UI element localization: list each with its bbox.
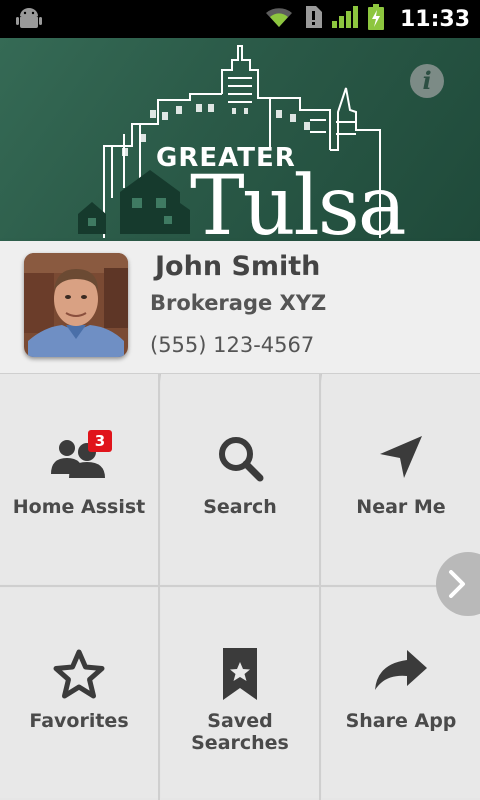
agent-avatar — [24, 253, 128, 357]
saved-searches-label: Saved Searches — [191, 710, 289, 754]
grid-divider — [0, 585, 480, 587]
clock-time: 11:33 — [399, 6, 470, 32]
battery-charging-icon — [367, 4, 384, 34]
home-assist-tile[interactable]: 3 Home Assist — [0, 374, 158, 584]
search-icon — [216, 434, 264, 486]
share-app-label: Share App — [345, 710, 457, 732]
star-icon — [52, 648, 106, 704]
near-me-label: Near Me — [356, 496, 446, 518]
info-button[interactable]: i — [410, 64, 444, 98]
home-assist-label: Home Assist — [12, 496, 146, 518]
agent-brokerage: Brokerage XYZ — [150, 291, 327, 315]
agent-phone[interactable]: (555) 123-4567 — [150, 333, 314, 357]
notification-badge: 3 — [88, 430, 112, 452]
share-arrow-icon — [373, 648, 429, 696]
sim-alert-icon — [304, 6, 322, 32]
signal-icon — [331, 6, 358, 32]
wifi-icon — [264, 6, 294, 32]
grid-divider — [319, 374, 321, 800]
bookmark-star-icon — [223, 648, 257, 704]
near-me-tile[interactable]: Near Me — [322, 374, 480, 584]
grid-divider — [158, 374, 160, 800]
info-icon: i — [422, 66, 432, 95]
search-tile[interactable]: Search — [161, 374, 319, 584]
logo-tulsa-text: Tulsa — [190, 159, 405, 241]
agent-card[interactable]: John Smith Brokerage XYZ (555) 123-4567 — [0, 241, 480, 374]
search-label: Search — [203, 496, 277, 518]
favorites-label: Favorites — [29, 710, 129, 732]
header-banner: GREATER Tulsa i — [0, 38, 480, 241]
navigation-arrow-icon — [378, 434, 424, 484]
favorites-tile[interactable]: Favorites — [0, 588, 158, 798]
menu-grid: 3 Home Assist Search Near Me Favorites S… — [0, 374, 480, 800]
share-app-tile[interactable]: Share App — [322, 588, 480, 798]
agent-name: John Smith — [155, 251, 321, 282]
saved-searches-tile[interactable]: Saved Searches — [161, 588, 319, 798]
skyline-illustration: GREATER Tulsa — [78, 45, 407, 241]
status-bar: 11:33 — [0, 0, 480, 38]
android-icon — [16, 7, 42, 35]
